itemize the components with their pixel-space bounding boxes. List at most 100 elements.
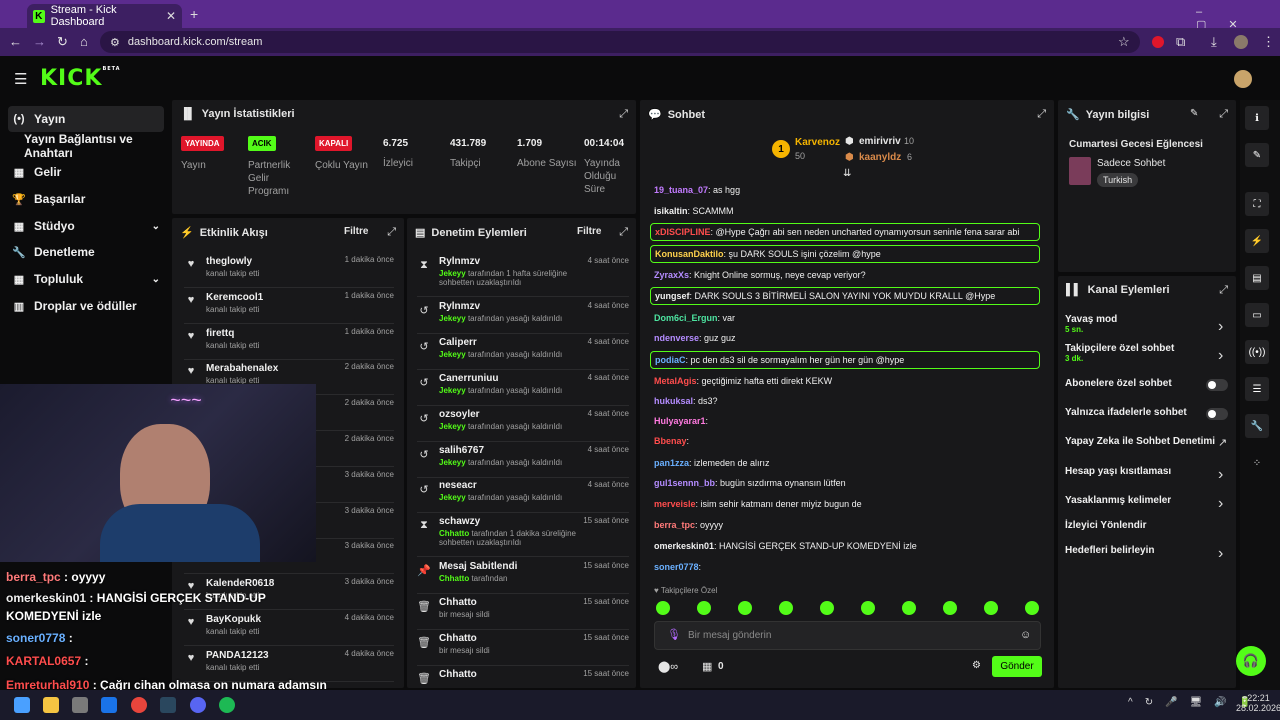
moderation-target[interactable]: salih6767 bbox=[439, 445, 579, 456]
moderation-by[interactable]: Jekeyy bbox=[439, 269, 466, 278]
edit-pencil-icon[interactable]: ✎ bbox=[1190, 108, 1198, 119]
new-tab-icon[interactable]: + bbox=[190, 6, 198, 22]
discord-icon[interactable] bbox=[190, 697, 206, 713]
emote-icon[interactable] bbox=[943, 601, 957, 615]
crop-icon[interactable]: ⛶ bbox=[1245, 192, 1269, 216]
home-icon[interactable]: ⌂ bbox=[80, 34, 88, 49]
leader-name[interactable]: emirivriv bbox=[859, 136, 901, 147]
nav-item-5[interactable]: 🔧 Denetleme bbox=[8, 239, 164, 265]
send-button[interactable]: Gönder bbox=[992, 656, 1042, 677]
site-info-icon[interactable]: ⚙ bbox=[110, 36, 120, 49]
expand-icon[interactable]: ⤢ bbox=[619, 108, 628, 121]
emote-icon[interactable] bbox=[656, 601, 670, 615]
moderation-by[interactable]: Jekeyy bbox=[439, 493, 466, 502]
download-icon[interactable]: ⤓ bbox=[1211, 34, 1217, 50]
emote-icon[interactable] bbox=[984, 601, 998, 615]
channel-action-item[interactable]: Yalnızca ifadelerle sohbet bbox=[1065, 407, 1187, 418]
channel-action-item[interactable]: Hedefleri belirleyin bbox=[1065, 545, 1154, 556]
chat-username[interactable]: hukuksal bbox=[654, 396, 693, 406]
chevron-right-icon[interactable]: › bbox=[1218, 347, 1223, 365]
chat-username[interactable]: xDISCIPLINE bbox=[655, 227, 711, 237]
nav-item-3[interactable]: 🏆 Başarılar bbox=[8, 186, 164, 212]
nav-item-6[interactable]: ▦ Topluluk ⌄ bbox=[8, 266, 164, 292]
chat-username[interactable]: Hulyayarar1 bbox=[654, 416, 706, 426]
chat-username[interactable]: merveisle bbox=[654, 499, 696, 509]
steam-icon[interactable] bbox=[160, 697, 176, 713]
chrome-icon[interactable] bbox=[131, 697, 147, 713]
back-icon[interactable]: ← bbox=[9, 34, 22, 49]
chat-username[interactable]: KonusanDaktilo bbox=[655, 249, 724, 259]
external-link-icon[interactable]: ↗ bbox=[1218, 436, 1227, 449]
nav-item-7[interactable]: ▥ Droplar ve ödüller bbox=[8, 293, 164, 319]
chat-username[interactable]: podiaC bbox=[655, 355, 686, 365]
community-icon[interactable]: ⬤∞ bbox=[658, 660, 678, 673]
moderation-filter-button[interactable]: Filtre bbox=[577, 226, 601, 237]
notepad-icon[interactable] bbox=[72, 697, 88, 713]
leader-name[interactable]: Karvenoz bbox=[795, 137, 840, 148]
moderation-target[interactable]: Canerruniuu bbox=[439, 373, 579, 384]
emoji-icon[interactable]: ☺ bbox=[1020, 629, 1031, 641]
emote-icon[interactable] bbox=[861, 601, 875, 615]
channel-action-item[interactable]: Yapay Zeka ile Sohbet Denetimi bbox=[1065, 436, 1215, 447]
hamburger-menu-icon[interactable]: ☰ bbox=[14, 70, 27, 88]
moderation-target[interactable]: Chhatto bbox=[439, 597, 579, 608]
community-icon[interactable]: ⁘ bbox=[1245, 451, 1269, 475]
chevron-right-icon[interactable]: › bbox=[1218, 495, 1223, 513]
kick-logo[interactable]: KICKBETA bbox=[40, 66, 121, 91]
emote-icon[interactable] bbox=[902, 601, 916, 615]
nav-item-0[interactable]: (•) Yayın bbox=[8, 106, 164, 132]
browser-menu-icon[interactable]: ⋮ bbox=[1262, 34, 1275, 50]
chat-username[interactable]: ZyraxXs bbox=[654, 270, 689, 280]
chat-username[interactable]: soner0778 bbox=[654, 562, 699, 572]
support-headset-icon[interactable]: 🎧 bbox=[1236, 646, 1266, 676]
moderation-by[interactable]: Chhatto bbox=[439, 574, 469, 583]
chat-username[interactable]: berra_tpc bbox=[654, 520, 695, 530]
user-avatar[interactable] bbox=[1234, 70, 1252, 88]
expand-icon[interactable]: ⤢ bbox=[387, 226, 396, 239]
channel-action-item[interactable]: Hesap yaşı kısıtlaması bbox=[1065, 466, 1171, 477]
moderation-target[interactable]: ozsoyler bbox=[439, 409, 579, 420]
chat-username[interactable]: yungsef bbox=[655, 291, 690, 301]
doc-icon[interactable]: ▤ bbox=[1245, 266, 1269, 290]
nav-item-4[interactable]: ▦ Stüdyo ⌄ bbox=[8, 213, 164, 239]
expand-icon[interactable]: ⤢ bbox=[1219, 284, 1228, 297]
channel-action-item[interactable]: Yavaş mod 5 sn. bbox=[1065, 314, 1117, 334]
emote-icon[interactable] bbox=[820, 601, 834, 615]
chat-username[interactable]: gul1sennn_bb bbox=[654, 478, 715, 488]
info-icon[interactable]: ℹ bbox=[1245, 106, 1269, 130]
moderation-target[interactable]: Chhatto bbox=[439, 669, 579, 680]
toggle-list-icon[interactable]: ☰ bbox=[1245, 377, 1269, 401]
channel-action-item[interactable]: Abonelere özel sohbet bbox=[1065, 378, 1172, 389]
chat-username[interactable]: ndenverse bbox=[654, 333, 699, 343]
activity-filter-button[interactable]: Filtre bbox=[344, 226, 368, 237]
chevron-right-icon[interactable]: › bbox=[1218, 318, 1223, 336]
chat-username[interactable]: omerkeskin01 bbox=[654, 541, 714, 551]
nav-item-2[interactable]: ▦ Gelir bbox=[8, 159, 164, 185]
nav-item-1[interactable]: Yayın Bağlantısı ve Anahtarı bbox=[8, 132, 178, 160]
start-icon[interactable] bbox=[14, 697, 30, 713]
profile-avatar[interactable] bbox=[1234, 35, 1248, 49]
spotify-icon[interactable] bbox=[219, 697, 235, 713]
emote-icon[interactable] bbox=[1025, 601, 1039, 615]
reload-icon[interactable]: ↻ bbox=[57, 34, 68, 50]
moderation-by[interactable]: Jekeyy bbox=[439, 386, 466, 395]
clock[interactable]: 22:21 28.02.2026 bbox=[1236, 693, 1280, 713]
expand-icon[interactable]: ⤢ bbox=[1037, 108, 1046, 121]
chat-username[interactable]: 19_tuana_07 bbox=[654, 185, 708, 195]
forward-icon[interactable]: → bbox=[33, 34, 46, 49]
moderation-target[interactable]: schawzy bbox=[439, 516, 579, 527]
channel-action-item[interactable]: Takipçilere özel sohbet 3 dk. bbox=[1065, 343, 1174, 363]
moderation-target[interactable]: neseacr bbox=[439, 480, 579, 491]
chat-username[interactable]: Bbenay bbox=[654, 436, 687, 446]
chevron-right-icon[interactable]: › bbox=[1218, 466, 1223, 484]
outlook-icon[interactable] bbox=[101, 697, 117, 713]
emote-icon[interactable] bbox=[779, 601, 793, 615]
toggle-switch[interactable] bbox=[1206, 379, 1228, 391]
channel-action-item[interactable]: Yasaklanmış kelimeler bbox=[1065, 495, 1171, 506]
pencil-icon[interactable]: ✎ bbox=[1245, 143, 1269, 167]
channel-action-item[interactable]: İzleyici Yönlendir bbox=[1065, 520, 1147, 531]
moderation-by[interactable]: Jekeyy bbox=[439, 422, 466, 431]
chevron-right-icon[interactable]: › bbox=[1218, 545, 1223, 563]
address-bar[interactable]: ⚙ dashboard.kick.com/stream bbox=[100, 31, 1140, 53]
browser-tab[interactable]: K Stream - Kick Dashboard ✕ bbox=[27, 4, 182, 28]
